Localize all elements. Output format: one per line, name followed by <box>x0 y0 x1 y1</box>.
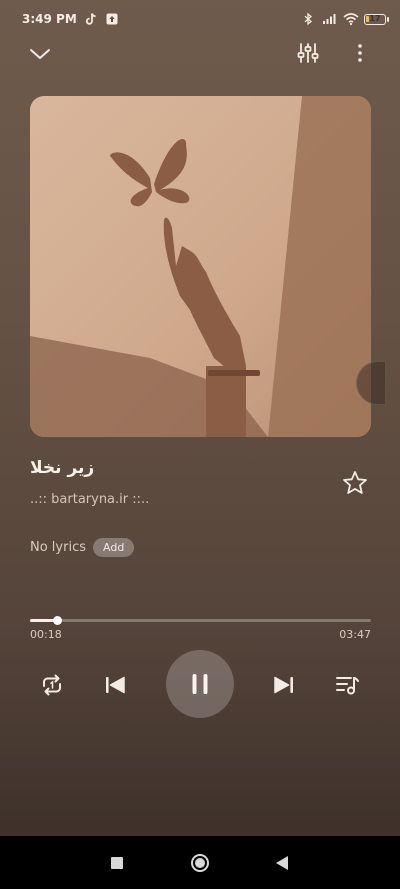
equalizer-icon <box>297 43 319 63</box>
recents-square-icon <box>111 857 123 869</box>
album-art-image <box>30 96 371 437</box>
equalizer-button[interactable] <box>296 41 320 65</box>
next-track-icon <box>274 676 293 694</box>
pause-icon <box>192 674 208 694</box>
collapse-button[interactable] <box>28 42 52 66</box>
album-art <box>30 96 371 437</box>
chevron-down-icon <box>30 49 50 59</box>
more-vertical-icon <box>358 44 362 62</box>
back-button[interactable] <box>270 851 294 875</box>
battery-icon: 17 <box>364 13 389 25</box>
next-track-button[interactable] <box>270 671 298 699</box>
repeat-button[interactable] <box>38 671 66 699</box>
signal-icon <box>322 12 336 26</box>
seek-bar-thumb[interactable] <box>53 616 63 625</box>
recents-button[interactable] <box>105 851 129 875</box>
tiktok-icon <box>84 12 98 26</box>
system-nav-bar <box>0 836 400 889</box>
home-circle-icon <box>191 854 209 872</box>
status-time: 3:49 PM <box>22 12 77 26</box>
star-icon <box>343 471 367 494</box>
lyrics-row: No lyrics Add <box>30 538 135 557</box>
song-artist[interactable]: ..:: bartaryna.ir ::.. <box>30 492 149 507</box>
status-bar: 3:49 PM 17 <box>0 0 400 38</box>
favorite-button[interactable] <box>341 469 369 497</box>
repeat-one-icon <box>43 674 61 696</box>
add-lyrics-button[interactable]: Add <box>93 538 135 557</box>
play-pause-button[interactable] <box>166 650 234 718</box>
top-bar <box>0 38 400 70</box>
song-title: زیر نخلا <box>30 458 95 478</box>
elapsed-time: 00:18 <box>30 628 62 641</box>
back-triangle-icon <box>276 856 288 870</box>
total-time: 03:47 <box>339 628 371 641</box>
seek-bar[interactable] <box>30 616 371 625</box>
battery-level: 17 <box>369 13 381 23</box>
previous-track-icon <box>106 676 125 694</box>
home-button[interactable] <box>188 851 212 875</box>
queue-button[interactable] <box>333 671 361 699</box>
lyrics-status: No lyrics <box>30 540 86 555</box>
wifi-icon <box>343 12 359 26</box>
bluetooth-icon <box>301 12 315 26</box>
previous-track-button[interactable] <box>101 671 129 699</box>
more-options-button[interactable] <box>348 41 372 65</box>
upload-notification-icon <box>105 12 119 26</box>
queue-icon <box>336 677 359 695</box>
